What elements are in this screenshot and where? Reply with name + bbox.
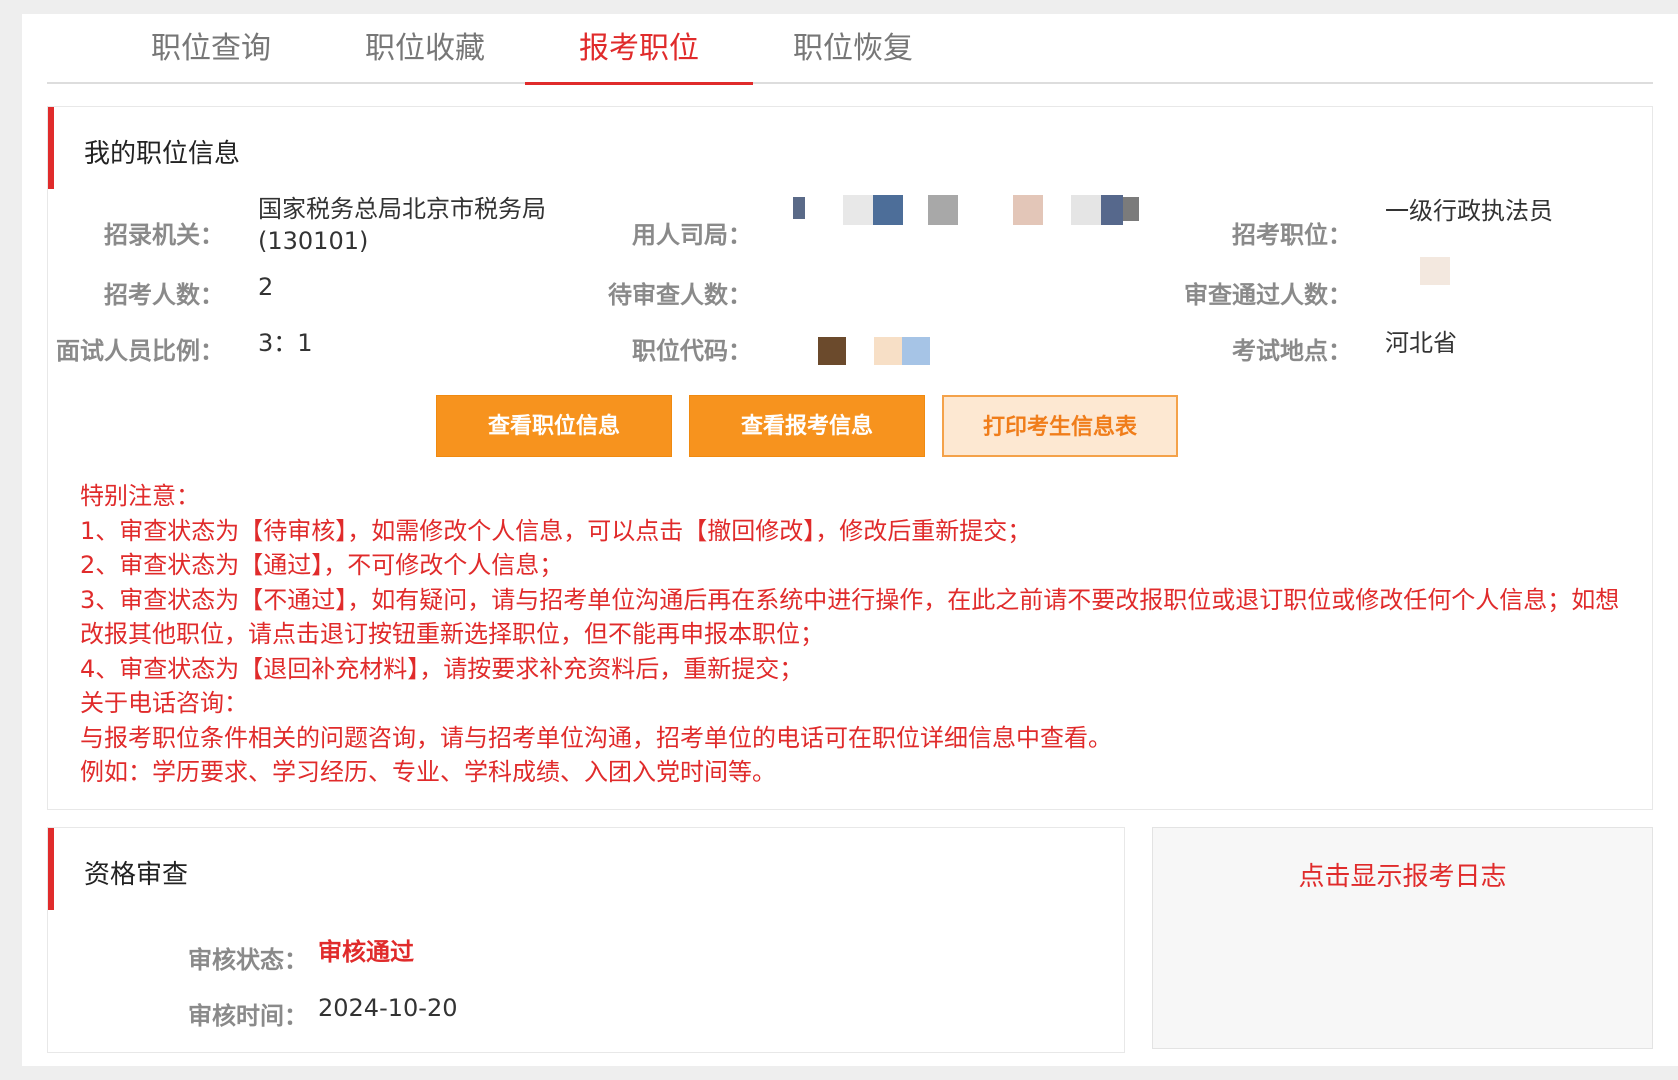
qualification-review-card: 资格审查 审核状态： 审核通过 审核时间： 2024-10-20 [47,827,1125,1053]
position-info-header: 我的职位信息 [48,107,1652,189]
redaction-block [874,337,902,365]
redaction-block [928,195,958,225]
review-time-value: 2024-10-20 [318,994,458,1022]
tab-applied-position[interactable]: 报考职位 [525,14,753,85]
notice-line: 与报考职位条件相关的问题咨询，请与招考单位沟通，招考单位的电话可在职位详细信息中… [80,723,1112,752]
notice-line: 4、审查状态为【退回补充材料】，请按要求补充资料后，重新提交； [80,654,804,683]
page: 职位查询 职位收藏 报考职位 职位恢复 我的职位信息 招录机关： 国家税务总局北… [22,14,1678,1066]
redaction-block [1420,257,1450,285]
print-candidate-form-button[interactable]: 打印考生信息表 [942,395,1178,457]
position-value: 一级行政执法员 [1385,197,1553,225]
application-log-panel: 点击显示报考日志 [1152,827,1653,1049]
redaction-block [1013,195,1043,225]
review-time-label: 审核时间： [188,1002,308,1030]
pending-review-label: 待审查人数： [608,281,752,309]
redaction-block [1101,195,1123,225]
exam-location-label: 考试地点： [1232,337,1352,365]
recruit-count-value: 2 [258,273,274,301]
tab-position-search[interactable]: 职位查询 [97,14,325,84]
redaction-block [793,197,805,219]
interview-ratio-value: 3：1 [258,329,313,357]
agency-name: 国家税务总局北京市税务局 [258,195,546,223]
position-info-title: 我的职位信息 [84,139,241,169]
view-position-button[interactable]: 查看职位信息 [436,395,672,457]
special-notice: 特别注意： 1、审查状态为【待审核】，如需修改个人信息，可以点击【撤回修改】，修… [80,479,1640,790]
redaction-block [902,337,930,365]
redaction-block [873,195,903,225]
tab-position-restore[interactable]: 职位恢复 [739,14,967,84]
passed-review-label: 审查通过人数： [1184,281,1352,309]
review-status-label: 审核状态： [188,946,308,974]
redaction-block [1071,195,1101,225]
redaction-block [818,337,846,365]
interview-ratio-label: 面试人员比例： [56,337,224,365]
department-value-redacted [793,195,1173,235]
redaction-block [843,195,873,225]
notice-line: 1、审查状态为【待审核】，如需修改个人信息，可以点击【撤回修改】，修改后重新提交… [80,516,1032,545]
notice-line: 例如：学历要求、学习经历、专业、学科成绩、入团入党时间等。 [80,758,776,786]
department-label: 用人司局： [632,221,752,249]
view-application-button[interactable]: 查看报考信息 [689,395,925,457]
position-code-value-redacted [818,335,938,367]
agency-label: 招录机关： [104,221,224,249]
tab-bar: 职位查询 职位收藏 报考职位 职位恢复 [47,14,1653,85]
show-application-log-link[interactable]: 点击显示报考日志 [1153,856,1652,893]
position-code-label: 职位代码： [632,337,752,365]
review-status-value: 审核通过 [318,938,414,966]
tab-position-favorites[interactable]: 职位收藏 [311,14,539,84]
qualification-review-header: 资格审查 [48,828,1124,910]
notice-line: 特别注意： [80,482,200,510]
exam-location-value: 河北省 [1385,329,1457,357]
qualification-review-title: 资格审查 [84,860,189,890]
recruit-count-label: 招考人数： [104,281,224,309]
position-info-card: 我的职位信息 招录机关： 国家税务总局北京市税务局 (130101) 用人司局：… [47,106,1653,810]
notice-line: 2、审查状态为【通过】，不可修改个人信息； [80,551,564,579]
agency-value: 国家税务总局北京市税务局 (130101) [258,193,546,257]
notice-line: 关于电话咨询： [80,689,248,717]
notice-line: 3、审查状态为【不通过】，如有疑问，请与招考单位沟通后再在系统中进行操作，在此之… [80,585,1620,649]
position-label: 招考职位： [1232,221,1352,249]
agency-code: (130101) [258,227,369,255]
